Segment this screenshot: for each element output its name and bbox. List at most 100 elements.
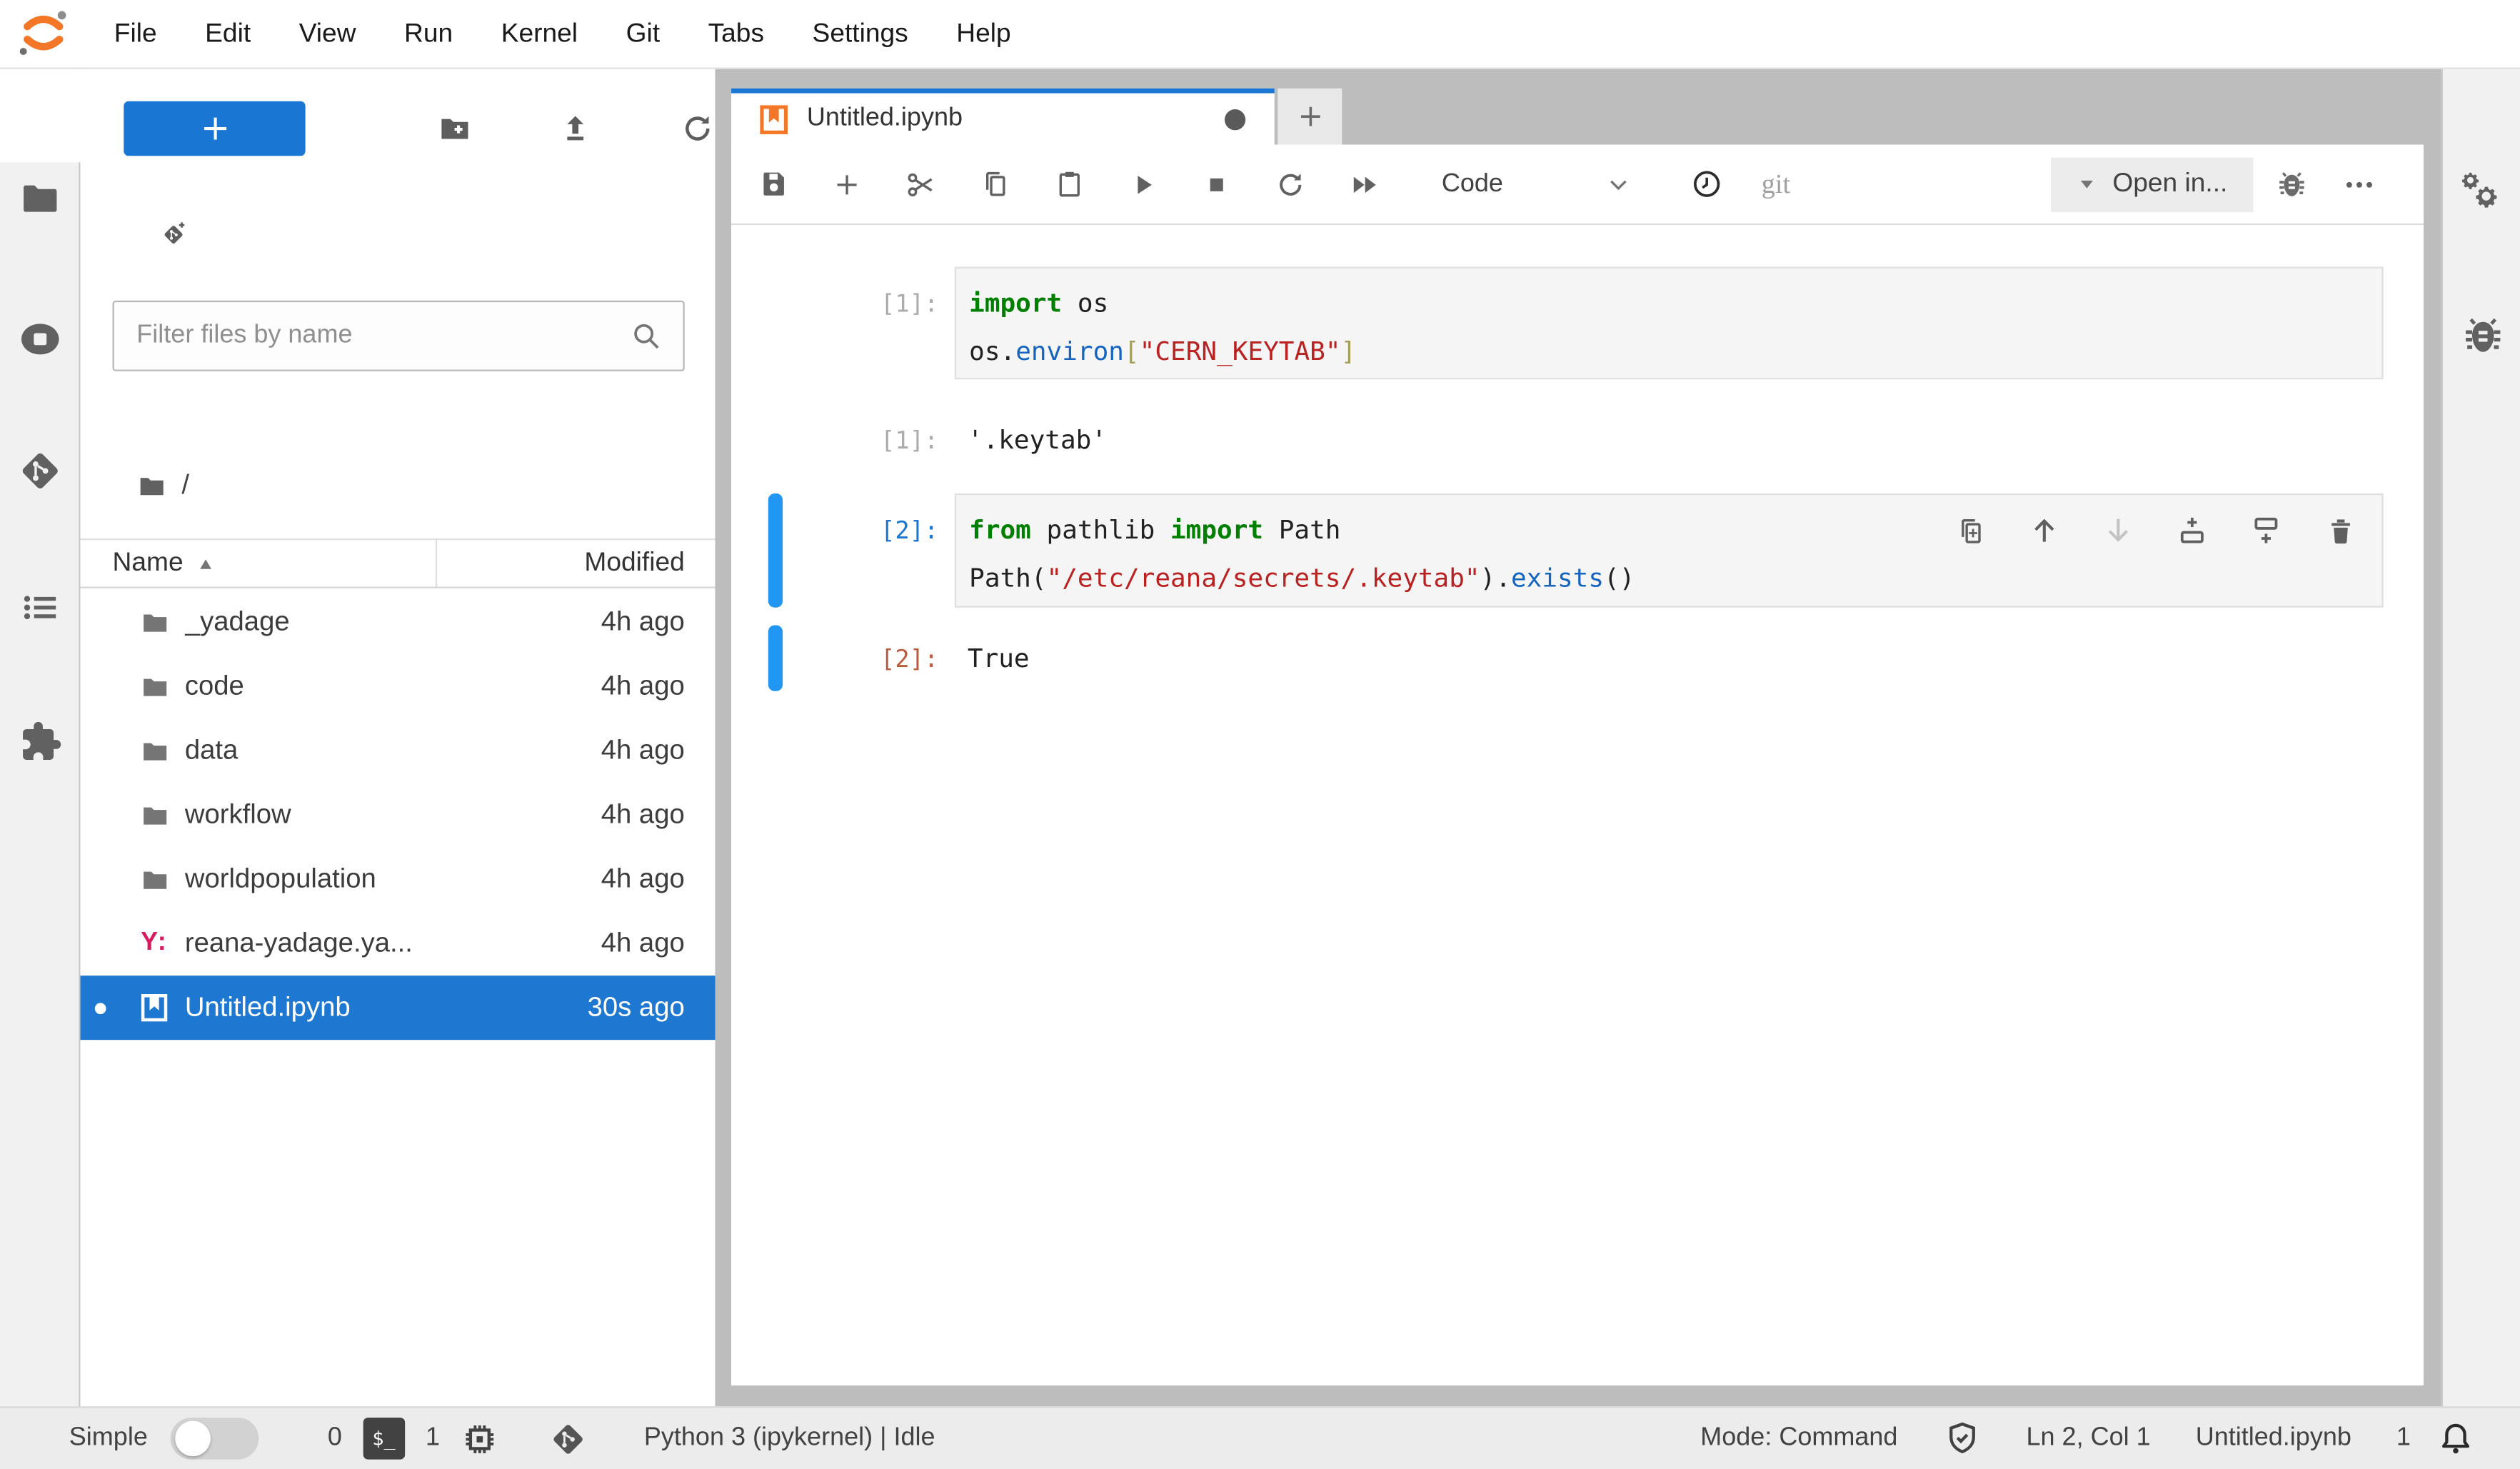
output-text: True	[955, 625, 2384, 691]
clock-icon	[1691, 167, 1723, 201]
new-tab-button[interactable]	[1277, 89, 1342, 145]
ellipsis-icon	[2343, 166, 2375, 202]
trash-icon	[2325, 515, 2356, 546]
file-name: _yadage	[185, 606, 601, 638]
menu-bar: File Edit View Run Kernel Git Tabs Setti…	[0, 0, 2520, 69]
upload-button[interactable]	[548, 101, 603, 156]
menu-git[interactable]: Git	[602, 0, 684, 68]
menu-view[interactable]: View	[275, 0, 380, 68]
table-of-contents-tab[interactable]	[0, 586, 81, 628]
file-row-worldpopulation[interactable]: worldpopulation 4h ago	[81, 847, 716, 911]
history-clock-button[interactable]	[1691, 168, 1723, 200]
terminal-icon[interactable]: $_	[363, 1418, 405, 1460]
kernel-status[interactable]: Python 3 (ipykernel) | Idle	[644, 1424, 935, 1453]
interrupt-kernel-button[interactable]	[1200, 168, 1233, 200]
insert-cell-above-button[interactable]	[2176, 514, 2208, 546]
column-modified[interactable]: Modified	[436, 540, 716, 586]
open-in-button[interactable]: Open in...	[2052, 156, 2254, 211]
git-tab[interactable]	[0, 448, 81, 493]
cell-toolbar	[1954, 514, 2356, 546]
run-cell-button[interactable]	[1127, 168, 1159, 200]
kernel-sessions-button[interactable]	[461, 1420, 498, 1457]
restart-kernel-button[interactable]	[1275, 168, 1307, 200]
move-cell-down-button[interactable]	[2102, 514, 2134, 546]
menu-settings[interactable]: Settings	[788, 0, 933, 68]
insert-below-icon	[2250, 514, 2282, 546]
insert-cell-below-button[interactable]	[2250, 514, 2282, 546]
git-status-button[interactable]	[549, 1420, 586, 1457]
paste-cells-button[interactable]	[1053, 168, 1085, 200]
cell-type-dropdown[interactable]: Code	[1416, 159, 1649, 210]
extension-manager-tab[interactable]	[0, 720, 81, 763]
folder-icon	[139, 864, 170, 895]
file-row-yadage[interactable]: _yadage 4h ago	[81, 590, 716, 654]
cursor-position[interactable]: Ln 2, Col 1	[2026, 1424, 2150, 1453]
breadcrumb[interactable]: /	[136, 461, 189, 510]
insert-cell-button[interactable]	[831, 168, 863, 200]
new-folder-button[interactable]	[428, 101, 483, 156]
breadcrumb-root[interactable]: /	[181, 469, 189, 501]
refresh-icon	[680, 109, 716, 148]
trust-indicator[interactable]	[1942, 1419, 1981, 1458]
git-clone-button[interactable]	[149, 211, 198, 259]
simple-mode-toggle[interactable]	[170, 1418, 258, 1460]
copy-cells-button[interactable]	[979, 168, 1011, 200]
output-text: '.keytab'	[955, 406, 2384, 472]
toggle-knob	[175, 1421, 211, 1457]
save-button[interactable]	[757, 168, 789, 200]
code-line: Path("/etc/reana/secrets/.keytab").exist…	[969, 554, 2381, 603]
running-sessions-tab[interactable]	[0, 316, 81, 361]
file-row-untitled-ipynb[interactable]: Untitled.ipynb 30s ago	[81, 976, 716, 1040]
file-browser-toolbar	[81, 69, 716, 169]
more-commands-button[interactable]	[2343, 168, 2375, 200]
output-area-1: [1]: '.keytab'	[731, 406, 2424, 472]
debugger-tab[interactable]	[2443, 314, 2520, 359]
output-collapser[interactable]	[768, 406, 783, 472]
cut-cells-button[interactable]	[905, 168, 937, 200]
output-collapser[interactable]	[768, 625, 783, 691]
file-list-header: Name Modified	[81, 538, 716, 588]
delete-cell-button[interactable]	[2324, 514, 2356, 546]
plus-icon	[833, 169, 862, 199]
input-collapser[interactable]	[768, 493, 783, 608]
debugger-button[interactable]	[2276, 168, 2308, 200]
arrow-up-icon	[2028, 514, 2060, 546]
output-prompt: [2]:	[793, 625, 939, 691]
tab-untitled-ipynb[interactable]: Untitled.ipynb	[731, 89, 1275, 145]
move-cell-up-button[interactable]	[2028, 514, 2060, 546]
home-folder-icon	[136, 470, 167, 501]
menu-edit[interactable]: Edit	[181, 0, 275, 68]
file-row-code[interactable]: code 4h ago	[81, 654, 716, 718]
file-browser-tab[interactable]	[0, 179, 81, 221]
file-name: worldpopulation	[185, 863, 601, 896]
unsaved-dot-icon	[95, 1003, 106, 1014]
restart-run-all-button[interactable]	[1348, 168, 1380, 200]
menu-file[interactable]: File	[90, 0, 181, 68]
code-editor-2[interactable]: from pathlib import PathPath("/etc/reana…	[955, 493, 2384, 608]
menu-kernel[interactable]: Kernel	[477, 0, 602, 68]
menu-run[interactable]: Run	[380, 0, 477, 68]
menu-help[interactable]: Help	[933, 0, 1035, 68]
notifications-button[interactable]	[2436, 1419, 2475, 1458]
duplicate-cell-button[interactable]	[1954, 514, 1987, 546]
input-prompt: [2]:	[793, 493, 939, 608]
simple-mode-label: Simple	[69, 1424, 148, 1453]
folder-icon	[139, 736, 170, 766]
property-inspector-tab[interactable]	[2443, 169, 2520, 217]
code-line: os.environ["CERN_KEYTAB"]	[969, 328, 2381, 376]
column-name[interactable]: Name	[81, 548, 436, 578]
file-filter-input[interactable]	[114, 321, 628, 351]
stop-circle-icon	[18, 316, 63, 361]
code-editor-1[interactable]: import osos.environ["CERN_KEYTAB"]	[955, 267, 2384, 380]
folder-icon	[139, 800, 170, 831]
git-icon	[18, 448, 63, 493]
new-launcher-button[interactable]	[124, 101, 305, 156]
jupyterlab-app: File Edit View Run Kernel Git Tabs Setti…	[0, 0, 2520, 1469]
file-row-data[interactable]: data 4h ago	[81, 718, 716, 783]
file-row-reana-yadage[interactable]: Y: reana-yadage.ya... 4h ago	[81, 911, 716, 976]
file-name: code	[185, 671, 601, 703]
file-row-workflow[interactable]: workflow 4h ago	[81, 783, 716, 847]
input-collapser[interactable]	[768, 267, 783, 380]
menu-tabs[interactable]: Tabs	[684, 0, 788, 68]
folder-icon	[139, 671, 170, 702]
